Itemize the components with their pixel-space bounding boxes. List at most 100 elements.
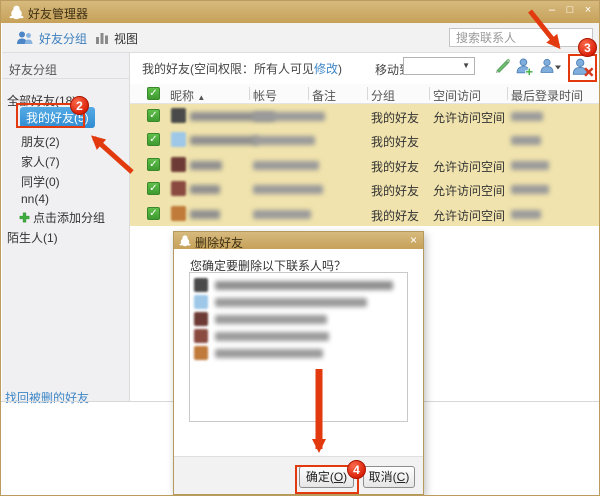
sidebar-item-strangers[interactable]: 陌生人(1) [7,229,58,246]
view-button[interactable]: 视图 [95,28,138,48]
chevron-down-icon: ▼ [462,61,470,70]
cancel-label-suffix: ) [405,470,410,484]
column-header-account[interactable]: 帐号 [253,87,277,104]
table-row[interactable]: ✓ 我的好友 允许访问空间 [130,202,599,226]
friend-options-button[interactable] [539,57,563,77]
table-row[interactable]: ✓ 我的好友 允许访问空间 [130,153,599,177]
view-label: 视图 [114,31,139,46]
maximize-button[interactable]: □ [561,2,579,19]
avatar [171,157,186,172]
table-row[interactable]: ✓ 我的好友 允许访问空间 [130,104,599,128]
blurred-account [253,161,319,170]
close-button[interactable]: × [579,2,597,19]
row-checkbox[interactable]: ✓ [147,182,160,195]
blurred-account [253,210,311,219]
group-cell: 我的好友 [371,184,420,198]
blurred-last-login [511,136,541,145]
ok-button[interactable]: 确定(O) [299,466,354,488]
column-header-nickname[interactable]: 昵称 ▲ [170,87,205,104]
move-to-dropdown[interactable]: ▼ [403,57,475,75]
caption-suffix: ) [338,62,343,76]
modify-permission-link[interactable]: 修改 [314,62,338,76]
dialog-title-bar: 删除好友 × [174,232,423,250]
avatar [194,346,208,360]
sort-asc-icon: ▲ [197,93,206,102]
search-input[interactable] [449,28,593,47]
add-friend-button[interactable] [515,57,535,77]
delete-friend-button[interactable] [571,57,595,77]
blurred-nickname [190,136,258,145]
avatar [171,108,186,123]
divider [507,87,508,100]
ok-label: 确定( [305,470,334,484]
people-icon [17,31,33,44]
table-header: ✓ 昵称 ▲ 帐号 备注 分组 空间访问 最后登录时间 [130,84,599,104]
person-plus-icon [516,58,534,76]
column-header-last-login[interactable]: 最后登录时间 [511,87,583,104]
avatar [194,278,208,292]
cancel-label: 取消( [368,470,397,484]
green-plus-icon [19,212,30,223]
title-bar: 好友管理器 – □ × [1,1,599,23]
cancel-button[interactable]: 取消(C) [363,466,415,488]
toolbar: 好友分组 视图 [2,23,599,53]
column-header-group[interactable]: 分组 [371,87,395,104]
column-header-space-access[interactable]: 空间访问 [433,87,481,104]
minimize-button[interactable]: – [543,2,561,19]
group-cell: 我的好友 [371,135,420,149]
divider [367,87,368,100]
table-row[interactable]: ✓ 我的好友 [130,128,599,152]
blurred-account [253,112,325,121]
edit-remark-button[interactable] [493,57,513,77]
row-checkbox[interactable]: ✓ [147,158,160,171]
avatar [194,295,208,309]
dialog-contact-item [190,277,407,294]
avatar [194,312,208,326]
sidebar-item-classmates[interactable]: 同学(0) [21,173,60,190]
qq-logo-icon [9,5,24,20]
person-dropdown-icon [540,58,561,73]
sidebar-item-family[interactable]: 家人(7) [21,153,60,170]
dialog-close-button[interactable]: × [410,233,417,247]
blurred-contact [215,315,327,324]
blurred-contact [215,298,367,307]
dialog-title: 删除好友 [195,236,244,250]
dialog-contact-item [190,294,407,311]
row-checkbox[interactable]: ✓ [147,109,160,122]
blurred-last-login [511,112,543,121]
blurred-nickname [190,161,222,170]
qq-logo-icon [179,235,191,247]
row-checkbox[interactable]: ✓ [147,207,160,220]
recover-deleted-friends-link[interactable]: 找回被删的好友 [5,389,89,406]
sidebar-item-nn[interactable]: nn(4) [21,192,49,206]
blurred-account [253,136,315,145]
friend-groups-label: 好友分组 [39,31,88,46]
add-group-label: 点击添加分组 [33,211,106,225]
avatar [171,206,186,221]
table-row[interactable]: ✓ 我的好友 允许访问空间 [130,177,599,201]
column-header-remark[interactable]: 备注 [312,87,336,104]
space-access-cell: 允许访问空间 [433,111,506,125]
group-cell: 我的好友 [371,160,420,174]
sidebar: 好友分组 全部好友(18) 我的好友(5) 朋友(2) 家人(7) 同学(0) … [2,53,130,405]
blurred-contact [215,332,329,341]
dialog-contact-item [190,345,407,362]
sidebar-item-friends[interactable]: 朋友(2) [21,133,60,150]
divider [308,87,309,100]
row-checkbox[interactable]: ✓ [147,133,160,146]
sidebar-item-add-group[interactable]: 点击添加分组 [19,209,105,226]
window-title: 好友管理器 [28,7,89,21]
divider [249,87,250,100]
divider [2,78,130,79]
blurred-nickname [190,210,220,219]
blurred-account [253,185,323,194]
blurred-contact [215,349,323,358]
blurred-last-login [511,185,549,194]
dialog-contact-item [190,311,407,328]
blurred-last-login [511,210,541,219]
select-all-checkbox[interactable]: ✓ [147,87,160,100]
bar-chart-icon [96,33,108,44]
friend-groups-button[interactable]: 好友分组 [16,28,87,48]
ok-access-key: O [333,470,344,484]
sidebar-item-my-friends[interactable]: 我的好友(5) [20,107,95,128]
